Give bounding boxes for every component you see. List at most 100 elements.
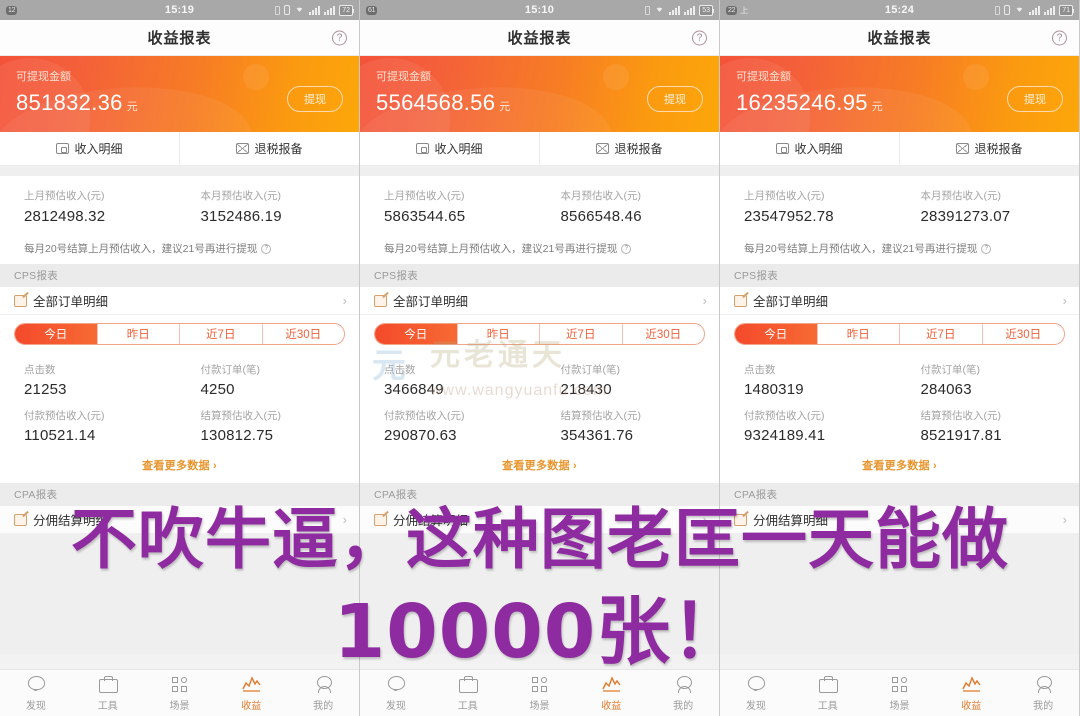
signal-icon-2 [324,5,336,15]
signal-icon-1 [1029,5,1041,15]
info-icon[interactable]: ? [261,243,272,254]
stats-row: 付款预估收入(元) 290870.63 结算预估收入(元) 354361.76 [360,403,719,449]
date-range-tabs-wrap: 今日 昨日 近7日 近30日 [360,315,719,355]
withdraw-button[interactable]: 提现 [1007,86,1063,112]
income-detail-link[interactable]: 收入明细 [360,132,539,165]
paid-orders-value: 4250 [200,381,235,398]
this-month-value: 8566548.46 [560,208,642,225]
tax-refund-link[interactable]: 退税报备 [539,132,719,165]
view-more-link[interactable]: 查看更多数据 › [0,451,359,483]
tab-last7[interactable]: 近7日 [899,324,982,344]
tab-yesterday[interactable]: 昨日 [816,324,900,344]
spacer [360,166,719,176]
income-detail-link[interactable]: 收入明细 [720,132,899,165]
tab-today[interactable]: 今日 [375,324,457,344]
view-more-label: 查看更多数据 [502,460,570,472]
income-detail-label: 收入明细 [434,142,483,156]
last-month-label: 上月预估收入(元) [744,190,825,202]
withdraw-button[interactable]: 提现 [287,86,343,112]
clicks-label: 点击数 [24,364,56,376]
tab-yesterday[interactable]: 昨日 [96,324,180,344]
all-orders-label: 全部订单明细 [33,295,109,309]
order-list-icon [374,294,387,307]
tab-tools[interactable]: 工具 [432,675,504,712]
view-more-arrow: › [212,460,217,472]
tab-income[interactable]: 收益 [575,675,647,712]
wallet-icon [776,143,790,154]
phone-icon [1004,5,1011,15]
app-navbar: 收益报表 ? [0,20,359,56]
tab-profile[interactable]: 我的 [287,675,359,712]
tab-tools[interactable]: 工具 [72,675,144,712]
clicks-stat: 点击数 1480319 [720,362,903,398]
tab-profile[interactable]: 我的 [1007,675,1079,712]
last-month-value: 23547952.78 [744,208,834,225]
clicks-value: 3466849 [384,381,444,398]
withdrawable-label: 可提现金额 [376,71,431,83]
tab-profile-label: 我的 [313,700,334,712]
tab-tools-label: 工具 [97,700,118,712]
tab-yesterday[interactable]: 昨日 [456,324,540,344]
clicks-label: 点击数 [744,364,776,376]
all-orders-row[interactable]: 全部订单明细 › [360,287,719,315]
tab-income[interactable]: 收益 [935,675,1007,712]
all-orders-label: 全部订单明细 [753,295,829,309]
tab-last7[interactable]: 近7日 [539,324,622,344]
help-icon[interactable]: ? [1052,30,1067,45]
tab-last7[interactable]: 近7日 [179,324,262,344]
this-month-label: 本月预估收入(元) [200,190,282,202]
last-month-label: 上月预估收入(元) [24,190,105,202]
vibrate-icon [275,5,281,15]
settlement-tip-text: 每月20号结算上月预估收入，建议21号再进行提现 [384,243,618,255]
last-month-estimate: 上月预估收入(元) 23547952.78 [720,188,903,225]
tax-refund-link[interactable]: 退税报备 [179,132,359,165]
tab-discover[interactable]: 发现 [360,675,432,712]
tab-scene[interactable]: 场景 [504,675,576,712]
page-title: 收益报表 [147,30,212,47]
tab-profile[interactable]: 我的 [647,675,719,712]
tab-today[interactable]: 今日 [15,324,97,344]
page-title: 收益报表 [867,30,932,47]
tab-last30[interactable]: 近30日 [261,324,345,344]
last-month-value: 2812498.32 [24,208,106,225]
help-icon[interactable]: ? [332,30,347,45]
clicks-stat: 点击数 21253 [0,362,183,398]
tab-last30[interactable]: 近30日 [981,324,1065,344]
mail-icon [236,143,250,154]
withdrawable-label: 可提现金额 [16,71,71,83]
settled-income-value: 8521917.81 [920,427,1002,444]
battery-icon: 71 [1059,4,1074,16]
stats-row: 付款预估收入(元) 9324189.41 结算预估收入(元) 8521917.8… [720,403,1079,449]
tab-last30[interactable]: 近30日 [621,324,705,344]
paid-income-value: 9324189.41 [744,427,826,444]
income-detail-link[interactable]: 收入明细 [0,132,179,165]
all-orders-row[interactable]: 全部订单明细 › [0,287,359,315]
tab-today[interactable]: 今日 [735,324,817,344]
caption-line-2: 10000张！ [333,589,747,675]
income-detail-label: 收入明细 [74,142,123,156]
settlement-tip: 每月20号结算上月预估收入，建议21号再进行提现 ? [360,237,719,264]
tax-refund-link[interactable]: 退税报备 [899,132,1079,165]
view-more-link[interactable]: 查看更多数据 › [720,451,1079,483]
tab-tools[interactable]: 工具 [792,675,864,712]
all-orders-row[interactable]: 全部订单明细 › [720,287,1079,315]
tab-discover[interactable]: 发现 [0,675,72,712]
stats-row: 点击数 3466849 付款订单(笔) 218430 [360,357,719,403]
tab-discover[interactable]: 发现 [720,675,792,712]
tab-income[interactable]: 收益 [215,675,287,712]
tab-income-label: 收益 [241,700,262,712]
help-icon[interactable]: ? [692,30,707,45]
paid-income-label: 付款预估收入(元) [744,410,825,422]
withdraw-button[interactable]: 提现 [647,86,703,112]
view-more-arrow: › [572,460,577,472]
date-range-tabs-wrap: 今日 昨日 近7日 近30日 [0,315,359,355]
settled-income-stat: 结算预估收入(元) 354361.76 [543,408,720,444]
wallet-icon [56,143,70,154]
tab-scene[interactable]: 场景 [144,675,216,712]
view-more-link[interactable]: 查看更多数据 › [360,451,719,483]
caption-line-1: 不吹牛逼，这种图老匡一天能做 [71,501,1009,578]
info-icon[interactable]: ? [981,243,992,254]
tab-scene[interactable]: 场景 [864,675,936,712]
chevron-right-icon: › [342,293,347,308]
info-icon[interactable]: ? [621,243,632,254]
